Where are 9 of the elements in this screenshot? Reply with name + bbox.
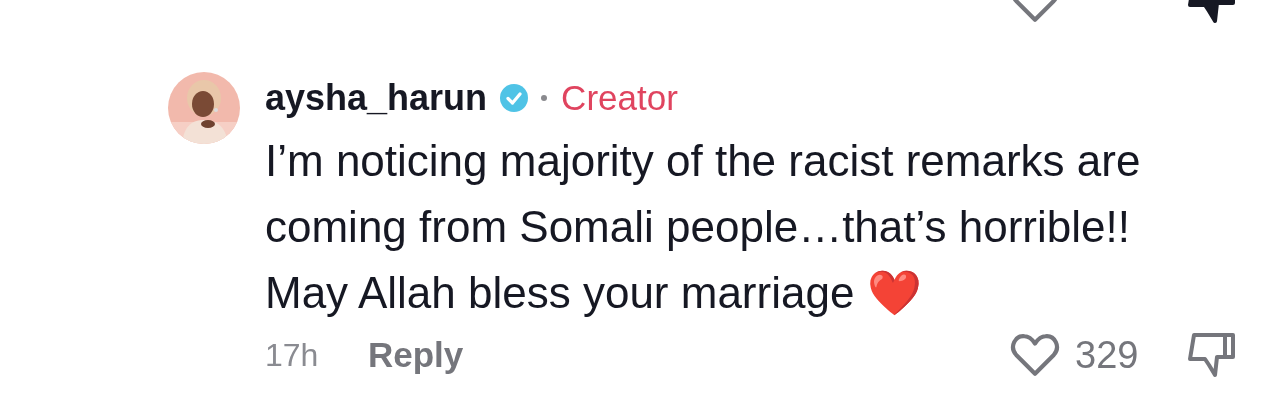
comment-text: I’m noticing majority of the racist remarks are coming from Somali people…that’s horrible!! May Allah bless your marriage ❤ [265,135,1142,319]
comment-time: 17h [265,336,320,374]
username[interactable]: aysha_harun [265,77,488,119]
separator-dot-icon [541,95,548,101]
thumbs-down-icon[interactable] [1185,331,1237,379]
heart-icon[interactable] [1010,332,1060,378]
creator-label: Creator [561,78,678,118]
reply-button[interactable]: Reply [368,335,464,375]
like-count: 329 [1075,333,1140,377]
